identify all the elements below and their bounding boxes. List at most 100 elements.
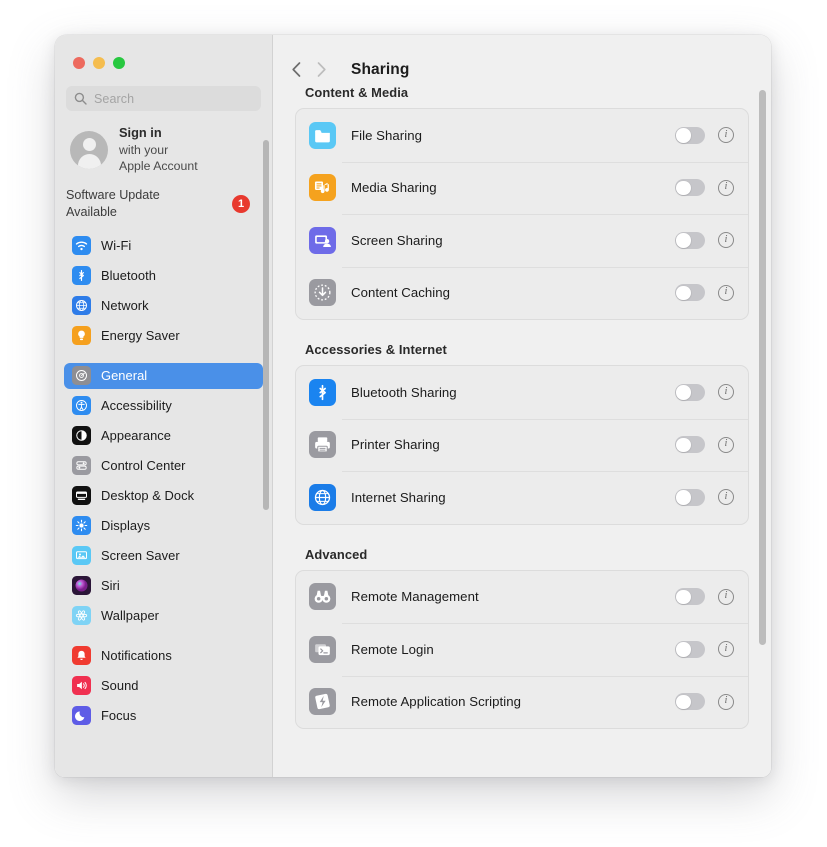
sidebar-item-bluetooth[interactable]: Bluetooth	[64, 263, 263, 289]
setting-label: Media Sharing	[351, 180, 437, 196]
setting-row-content-caching[interactable]: Content Caching i	[296, 266, 748, 320]
section-content-media: Content & Media File Sharing i Media Shar…	[295, 85, 749, 320]
toolbar: Sharing	[273, 35, 771, 85]
globe-icon	[309, 483, 336, 511]
toggle-file-sharing[interactable]	[675, 126, 705, 144]
sidebar-item-label: Focus	[101, 708, 137, 724]
sidebar-item-label: Network	[101, 298, 149, 314]
sidebar-item-focus[interactable]: Focus	[64, 703, 263, 729]
section-title: Content & Media	[305, 85, 409, 100]
info-button-printer-sharing[interactable]: i	[718, 436, 734, 453]
setting-row-internet-sharing[interactable]: Internet Sharing i	[296, 471, 748, 524]
sidebar-item-general[interactable]: General	[64, 362, 263, 389]
section-title: Accessories & Internet	[305, 342, 447, 357]
sidebar-item-wi-fi[interactable]: Wi-Fi	[64, 233, 263, 259]
lightbulb-icon	[72, 326, 91, 346]
toggle-internet-sharing[interactable]	[675, 488, 705, 506]
main-pane: Sharing Content & Media File Sharing i Me…	[273, 35, 771, 777]
setting-row-screen-sharing[interactable]: Screen Sharing i	[296, 214, 748, 267]
toggle-media-sharing[interactable]	[675, 179, 705, 197]
sidebar-group-1: General Accessibility Appearance Control…	[55, 362, 272, 629]
toggle-screen-sharing[interactable]	[675, 231, 705, 249]
sidebar-group-0: Wi-Fi Bluetooth Network Energy Saver	[55, 233, 272, 349]
sidebar-item-control-center[interactable]: Control Center	[64, 453, 263, 479]
close-button[interactable]	[73, 57, 85, 69]
sidebar-item-energy-saver[interactable]: Energy Saver	[64, 323, 263, 349]
sidebar-item-sound[interactable]: Sound	[64, 673, 263, 699]
info-button-content-caching[interactable]: i	[718, 284, 734, 301]
toggle-remote-management[interactable]	[675, 588, 705, 606]
main-scrollbar[interactable]	[759, 90, 766, 645]
screen-person-icon	[309, 226, 336, 254]
focus-moon-icon	[72, 706, 91, 726]
minimize-button[interactable]	[93, 57, 105, 69]
notifications-bell-icon	[72, 646, 91, 666]
sidebar-item-appearance[interactable]: Appearance	[64, 423, 263, 449]
setting-row-media-sharing[interactable]: Media Sharing i	[296, 161, 748, 215]
info-button-remote-management[interactable]: i	[718, 588, 734, 605]
info-button-screen-sharing[interactable]: i	[718, 232, 734, 249]
info-button-remote-login[interactable]: i	[718, 641, 734, 658]
info-button-bluetooth-sharing[interactable]: i	[718, 384, 734, 401]
sidebar-item-network[interactable]: Network	[64, 293, 263, 319]
control-center-icon	[72, 456, 91, 476]
setting-label: Remote Application Scripting	[351, 694, 521, 710]
software-update-item[interactable]: Software Update Available 1	[55, 174, 272, 220]
gear-icon	[72, 366, 91, 386]
setting-row-printer-sharing[interactable]: Printer Sharing i	[296, 418, 748, 472]
sidebar-item-label: Energy Saver	[101, 328, 180, 344]
sidebar-group-2: Notifications Sound Focus	[55, 643, 272, 729]
sidebar-scrollbar[interactable]	[263, 140, 269, 510]
sidebar-item-label: Wi-Fi	[101, 238, 132, 254]
toggle-remote-application-scripting[interactable]	[675, 693, 705, 711]
apple-account-signin[interactable]: Sign in with your Apple Account	[55, 111, 272, 174]
section-title: Advanced	[305, 546, 368, 562]
sidebar-item-desktop-dock[interactable]: Desktop & Dock	[64, 483, 263, 509]
settings-card: File Sharing i Media Sharing i Screen Shar…	[295, 108, 749, 320]
toggle-bluetooth-sharing[interactable]	[675, 383, 705, 401]
sidebar-item-label: Siri	[101, 578, 120, 594]
binoculars-icon	[309, 583, 336, 611]
sidebar-item-label: General	[101, 368, 148, 384]
bluetooth-icon	[309, 378, 336, 406]
wifi-icon	[72, 236, 91, 256]
setting-row-bluetooth-sharing[interactable]: Bluetooth Sharing i	[296, 366, 748, 419]
sidebar-item-wallpaper[interactable]: Wallpaper	[64, 603, 263, 629]
sidebar-item-label: Desktop & Dock	[101, 488, 195, 504]
sound-speaker-icon	[72, 676, 91, 696]
folder-icon	[309, 121, 336, 149]
sidebar-item-displays[interactable]: Displays	[64, 513, 263, 539]
sidebar-item-screen-saver[interactable]: Screen Saver	[64, 543, 263, 569]
system-settings-window: Search Sign in with your Apple Account S…	[55, 35, 771, 777]
setting-label: File Sharing	[351, 127, 422, 143]
chevron-left-icon[interactable]	[291, 61, 302, 78]
sidebar-item-notifications[interactable]: Notifications	[64, 643, 263, 669]
screen: Search Sign in with your Apple Account S…	[0, 0, 827, 847]
setting-row-remote-application-scripting[interactable]: Remote Application Scripting i	[296, 675, 748, 729]
info-button-remote-application-scripting[interactable]: i	[718, 693, 734, 710]
setting-row-remote-management[interactable]: Remote Management i	[296, 571, 748, 624]
appearance-icon	[72, 426, 91, 446]
screen-saver-icon	[72, 546, 91, 566]
toggle-content-caching[interactable]	[675, 284, 705, 302]
toggle-printer-sharing[interactable]	[675, 436, 705, 454]
info-button-media-sharing[interactable]: i	[718, 179, 734, 196]
search-placeholder: Search	[94, 91, 135, 106]
script-bolt-icon	[309, 688, 336, 716]
sidebar-item-accessibility[interactable]: Accessibility	[64, 393, 263, 419]
sidebar-item-label: Screen Saver	[101, 548, 180, 564]
chevron-right-icon[interactable]	[316, 61, 327, 78]
info-button-internet-sharing[interactable]: i	[718, 489, 734, 506]
search-field[interactable]: Search	[66, 86, 261, 111]
setting-row-remote-login[interactable]: Remote Login i	[296, 623, 748, 676]
toggle-remote-login[interactable]	[675, 640, 705, 658]
sidebar-item-siri[interactable]: Siri	[64, 573, 263, 599]
zoom-button[interactable]	[113, 57, 125, 69]
setting-row-file-sharing[interactable]: File Sharing i	[296, 109, 748, 162]
sidebar: Search Sign in with your Apple Account S…	[55, 35, 273, 777]
settings-scroll-area: Content & Media File Sharing i Media Shar…	[273, 85, 771, 777]
sidebar-nav: Wi-Fi Bluetooth Network Energy Saver Gen…	[55, 233, 272, 729]
wallpaper-icon	[72, 606, 91, 626]
info-button-file-sharing[interactable]: i	[718, 127, 734, 144]
displays-icon	[72, 516, 91, 536]
